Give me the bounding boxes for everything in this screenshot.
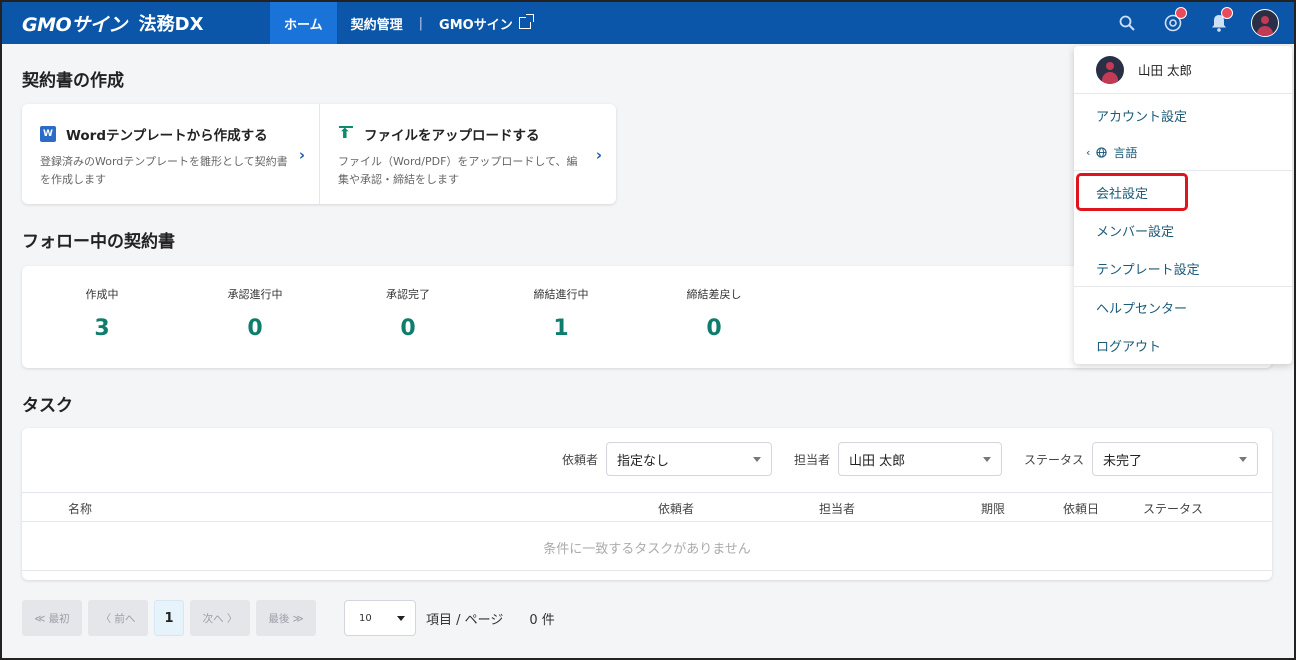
assignee-select[interactable]: 山田 太郎 bbox=[837, 442, 1002, 476]
requester-select-value: 指定なし bbox=[616, 453, 669, 469]
stat-value: 1 bbox=[553, 316, 569, 341]
filter-label-assignee: 担当者 bbox=[793, 452, 830, 467]
task-table-header: 名称 依頼者 担当者 期限 依頼日 ステータス bbox=[22, 492, 1272, 522]
total-count: 0 件 bbox=[529, 612, 555, 628]
menu-avatar bbox=[1096, 55, 1124, 84]
stat-approval-in-progress[interactable]: 承認進行中 0 bbox=[175, 286, 335, 341]
stat-signing-returned[interactable]: 締結差戻し 0 bbox=[634, 286, 794, 341]
page-size-select[interactable]: 10 bbox=[344, 600, 416, 636]
app-header: GMOサイン 法務DX ホーム 契約管理 | GMOサイン bbox=[2, 2, 1294, 44]
create-section-title: 契約書の作成 bbox=[22, 71, 124, 91]
stat-value: 3 bbox=[94, 316, 110, 341]
stat-approval-complete[interactable]: 承認完了 0 bbox=[328, 286, 488, 341]
current-page[interactable]: 1 bbox=[154, 600, 184, 636]
highlight-box bbox=[1076, 173, 1188, 211]
menu-username: 山田 太郎 bbox=[1138, 63, 1192, 78]
stat-label: 締結差戻し bbox=[686, 288, 742, 301]
chevron-left-icon: ‹ bbox=[1086, 146, 1091, 159]
per-page-label: 項目 / ページ bbox=[426, 612, 504, 628]
stat-label: 作成中 bbox=[85, 288, 119, 301]
menu-member-settings[interactable]: メンバー設定 bbox=[1096, 221, 1174, 240]
empty-message: 条件に一致するタスクがありません bbox=[543, 542, 751, 557]
stat-label: 承認進行中 bbox=[227, 288, 283, 301]
status-select-value: 未完了 bbox=[1103, 453, 1143, 469]
external-link-icon bbox=[518, 14, 534, 29]
chevron-right-icon: › bbox=[298, 146, 305, 164]
last-page-button[interactable]: 最後 ≫ bbox=[256, 600, 316, 636]
pagination: ≪ 最初 〈 前へ 1 次へ 〉 最後 ≫ 10 項目 / ページ 0 件 bbox=[22, 600, 555, 636]
task-filters: 依頼者 指定なし 担当者 山田 太郎 ステータス 未完了 bbox=[540, 442, 1258, 476]
globe-icon bbox=[1096, 147, 1108, 158]
mention-badge bbox=[1175, 7, 1187, 19]
chevron-right-icon: › bbox=[595, 146, 602, 164]
nav-home[interactable]: ホーム bbox=[270, 2, 337, 44]
prev-page-button[interactable]: 〈 前へ bbox=[88, 600, 148, 636]
requester-select[interactable]: 指定なし bbox=[605, 442, 772, 476]
chevron-down-icon bbox=[397, 615, 405, 621]
logo-product: 法務DX bbox=[138, 14, 204, 35]
chevron-down-icon bbox=[982, 456, 991, 462]
chevron-down-icon bbox=[752, 456, 761, 462]
search-icon[interactable] bbox=[1104, 2, 1150, 44]
menu-account-settings[interactable]: アカウント設定 bbox=[1096, 106, 1187, 125]
create-item-title-text: Wordテンプレートから作成する bbox=[66, 128, 268, 144]
column-requester[interactable]: 依頼者 bbox=[658, 500, 694, 517]
create-item-title-text: ファイルをアップロードする bbox=[364, 128, 540, 144]
word-icon: W bbox=[40, 126, 56, 142]
notification-badge bbox=[1221, 7, 1233, 19]
create-item-title: W Wordテンプレートから作成する bbox=[40, 124, 303, 144]
column-assignee[interactable]: 担当者 bbox=[819, 500, 855, 517]
stat-value: 0 bbox=[400, 316, 416, 341]
page-size-value: 10 bbox=[359, 612, 372, 624]
menu-help-center[interactable]: ヘルプセンター bbox=[1096, 298, 1187, 317]
filter-label-status: ステータス bbox=[1023, 452, 1084, 467]
header-actions bbox=[1104, 2, 1288, 44]
upload-file[interactable]: ファイルをアップロードする ファイル（Word/PDF）をアップロードして、編集… bbox=[319, 104, 616, 204]
assignee-select-value: 山田 太郎 bbox=[848, 453, 906, 469]
column-request-date[interactable]: 依頼日 bbox=[1063, 500, 1099, 517]
create-item-desc: ファイル（Word/PDF）をアップロードして、編集や承認・締結をします bbox=[338, 155, 578, 186]
next-page-button[interactable]: 次へ 〉 bbox=[190, 600, 250, 636]
avatar bbox=[1251, 9, 1279, 37]
menu-language[interactable]: ‹ 言語 bbox=[1086, 144, 1137, 161]
create-card: W Wordテンプレートから作成する 登録済みのWordテンプレートを雛形として… bbox=[22, 104, 616, 204]
stat-value: 0 bbox=[706, 316, 722, 341]
table-divider bbox=[22, 570, 1272, 571]
create-from-word-template[interactable]: W Wordテンプレートから作成する 登録済みのWordテンプレートを雛形として… bbox=[22, 104, 319, 204]
menu-logout[interactable]: ログアウト bbox=[1096, 336, 1161, 355]
filter-label-requester: 依頼者 bbox=[561, 452, 598, 467]
chevron-down-icon bbox=[1239, 456, 1247, 462]
menu-user-info: 山田 太郎 bbox=[1074, 46, 1292, 94]
stat-value: 0 bbox=[247, 316, 263, 341]
stat-signing-in-progress[interactable]: 締結進行中 1 bbox=[481, 286, 641, 341]
column-due-date[interactable]: 期限 bbox=[981, 500, 1005, 517]
create-item-title: ファイルをアップロードする bbox=[338, 124, 600, 144]
user-menu: 山田 太郎 アカウント設定 ‹ 言語 会社設定 メンバー設定 テンプレート設定 … bbox=[1074, 46, 1292, 364]
menu-divider bbox=[1074, 170, 1292, 171]
stat-drafting[interactable]: 作成中 3 bbox=[22, 286, 182, 341]
bell-icon[interactable] bbox=[1196, 2, 1242, 44]
nav-gmo-sign-label: GMOサイン bbox=[439, 17, 513, 33]
column-name[interactable]: 名称 bbox=[68, 500, 92, 517]
mention-icon[interactable] bbox=[1150, 2, 1196, 44]
first-page-button[interactable]: ≪ 最初 bbox=[22, 600, 82, 636]
menu-template-settings[interactable]: テンプレート設定 bbox=[1096, 259, 1200, 278]
nav-gmo-sign[interactable]: GMOサイン bbox=[425, 2, 545, 44]
task-card: 依頼者 指定なし 担当者 山田 太郎 ステータス 未完了 名称 依頼者 担当者 … bbox=[22, 428, 1272, 580]
column-status[interactable]: ステータス bbox=[1143, 500, 1203, 517]
menu-language-label: 言語 bbox=[1113, 146, 1138, 160]
app-logo[interactable]: GMOサイン 法務DX bbox=[2, 10, 270, 37]
logo-gmo: GMOサイン bbox=[22, 13, 127, 36]
upload-icon bbox=[338, 126, 354, 142]
task-section-title: タスク bbox=[22, 396, 73, 416]
user-menu-button[interactable] bbox=[1242, 2, 1288, 44]
status-select[interactable]: 未完了 bbox=[1092, 442, 1258, 476]
stat-label: 締結進行中 bbox=[533, 288, 589, 301]
follow-section-title: フォロー中の契約書 bbox=[22, 232, 175, 252]
menu-divider bbox=[1074, 286, 1292, 287]
nav-contract-management[interactable]: 契約管理 bbox=[337, 2, 417, 44]
stat-label: 承認完了 bbox=[386, 288, 430, 301]
nav-separator: | bbox=[418, 15, 424, 31]
create-item-desc: 登録済みのWordテンプレートを雛形として契約書を作成します bbox=[40, 155, 288, 186]
